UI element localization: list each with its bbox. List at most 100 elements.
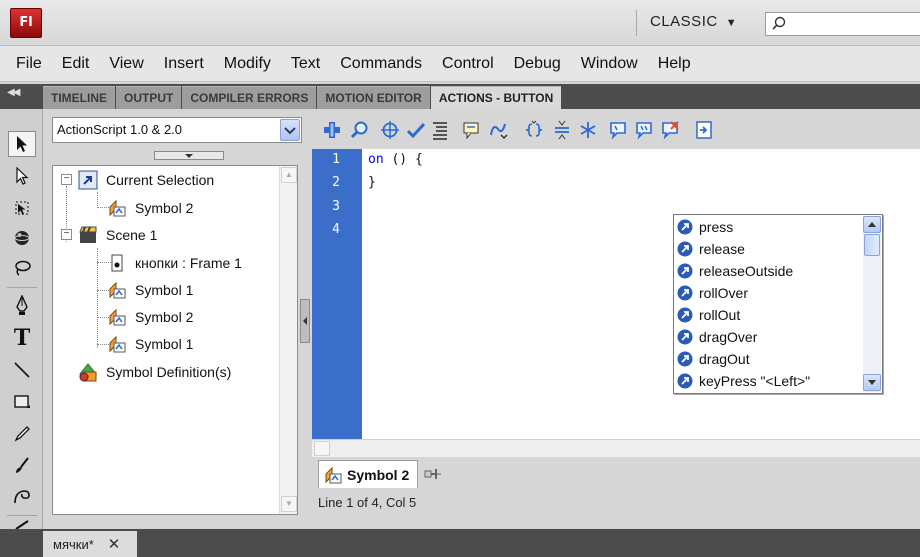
code-hint-item[interactable]: rollOver — [677, 282, 748, 304]
free-transform-tool-icon[interactable] — [8, 195, 36, 221]
tree-line — [97, 192, 98, 208]
cursor-position-status: Line 1 of 4, Col 5 — [318, 495, 417, 510]
collapse-selection-icon[interactable] — [552, 120, 572, 140]
tree-item-current-selection[interactable]: Current Selection — [78, 169, 214, 191]
expand-all-icon[interactable] — [578, 120, 598, 140]
workspace-switcher[interactable]: CLASSIC ▼ — [650, 13, 737, 35]
tree-item-symbol-2[interactable]: Symbol 2 — [107, 306, 193, 328]
menu-commands[interactable]: Commands — [330, 55, 432, 73]
pencil-tool-icon[interactable] — [8, 421, 36, 447]
apply-line-comment-icon[interactable] — [634, 120, 654, 140]
tree-item-symbol-definitions[interactable]: Symbol Definition(s) — [78, 361, 231, 383]
remove-comment-icon[interactable] — [660, 120, 680, 140]
menu-help[interactable]: Help — [648, 55, 701, 73]
code-hint-item[interactable]: release — [677, 238, 745, 260]
selection-icon — [78, 170, 98, 190]
script-navigator: − Current Selection Symbol 2 − Scene 1 к… — [52, 165, 298, 515]
tab-actions-button[interactable]: ACTIONS - BUTTON — [430, 86, 562, 109]
script-tab-label: Symbol 2 — [347, 466, 410, 483]
code-hint-label: release — [699, 241, 745, 257]
code-hint-item[interactable]: releaseOutside — [677, 260, 793, 282]
separator — [636, 10, 637, 36]
menu-debug[interactable]: Debug — [504, 55, 571, 73]
insert-target-path-icon[interactable] — [380, 120, 400, 140]
tree-item-label: Symbol 1 — [135, 282, 194, 298]
menu-text[interactable]: Text — [281, 55, 330, 73]
tree-item-symbol-1[interactable]: Symbol 1 — [107, 279, 193, 301]
code-hint-item[interactable]: keyPress "<Left>" — [677, 370, 810, 392]
menu-insert[interactable]: Insert — [154, 55, 214, 73]
text-tool-icon[interactable]: T — [8, 325, 36, 351]
scroll-up-icon[interactable]: ▲ — [281, 167, 297, 183]
line-number: 4 — [332, 222, 340, 237]
tree-item-scene-1[interactable]: Scene 1 — [78, 224, 157, 246]
document-tab[interactable]: мячки* ✕ — [43, 531, 137, 557]
menu-control[interactable]: Control — [432, 55, 504, 73]
code-hints-scrollbar[interactable] — [863, 216, 881, 392]
menu-edit[interactable]: Edit — [52, 55, 100, 73]
scroll-thumb[interactable] — [864, 234, 880, 256]
auto-format-icon[interactable] — [430, 120, 450, 140]
tree-item-label: Symbol 1 — [135, 336, 194, 352]
line-number: 3 — [332, 199, 340, 214]
actionscript-version-select[interactable]: ActionScript 1.0 & 2.0 — [52, 117, 302, 143]
apply-block-comment-icon[interactable] — [608, 120, 628, 140]
code-hint-label: dragOver — [699, 329, 758, 345]
search-icon — [772, 16, 786, 30]
selection-tool-icon[interactable] — [8, 131, 36, 157]
frame-icon — [111, 254, 123, 272]
check-syntax-icon[interactable] — [406, 120, 426, 140]
deco-tool-icon[interactable] — [8, 483, 36, 509]
line-tool-icon[interactable] — [8, 357, 36, 383]
menu-modify[interactable]: Modify — [214, 55, 281, 73]
collapse-navigator-handle[interactable] — [300, 299, 310, 343]
tree-scrollbar[interactable]: ▲ ▼ — [279, 166, 297, 514]
code-hint-item[interactable]: dragOut — [677, 348, 750, 370]
chevron-down-icon[interactable] — [280, 119, 300, 141]
find-icon[interactable] — [350, 120, 370, 140]
3d-rotation-tool-icon[interactable] — [8, 225, 36, 251]
collapse-between-braces-icon[interactable] — [524, 120, 544, 140]
collapse-panel-icon[interactable]: ◀◀ — [7, 87, 20, 98]
tab-motion-editor[interactable]: MOTION EDITOR — [317, 86, 430, 109]
scroll-left-icon[interactable] — [314, 441, 330, 456]
collapse-icon[interactable]: − — [61, 174, 72, 185]
brush-tool-icon[interactable] — [8, 453, 36, 479]
tree-item-label: Symbol 2 — [135, 200, 194, 216]
tab-compiler-errors[interactable]: COMPILER ERRORS — [182, 86, 317, 109]
event-icon — [677, 307, 693, 323]
scroll-down-icon[interactable]: ▼ — [281, 496, 297, 512]
pin-script-icon[interactable] — [424, 467, 442, 481]
tree-item-frame[interactable]: кнопки : Frame 1 — [107, 252, 242, 274]
script-tab-symbol-2[interactable]: Symbol 2 — [318, 460, 419, 488]
show-code-hint-icon[interactable] — [462, 120, 482, 140]
tab-timeline[interactable]: TIMELINE — [43, 86, 115, 109]
scroll-up-icon[interactable] — [863, 216, 881, 233]
help-search-input[interactable] — [765, 12, 920, 36]
editor-horizontal-scrollbar[interactable] — [312, 439, 920, 457]
lasso-tool-icon[interactable] — [8, 255, 36, 281]
add-new-item-icon[interactable] — [322, 120, 342, 140]
menu-file[interactable]: File — [6, 55, 52, 73]
code-line: on () { — [368, 152, 423, 167]
line-number: 2 — [332, 175, 340, 190]
debug-options-icon[interactable] — [488, 120, 508, 140]
tree-item-symbol-1[interactable]: Symbol 1 — [107, 333, 193, 355]
rectangle-tool-icon[interactable] — [8, 389, 36, 415]
scroll-down-icon[interactable] — [863, 374, 881, 391]
code-hint-item[interactable]: press — [677, 216, 733, 238]
document-tab-strip: мячки* ✕ — [0, 529, 920, 557]
tree-item-symbol-2[interactable]: Symbol 2 — [107, 197, 193, 219]
close-icon[interactable]: ✕ — [108, 535, 121, 553]
menu-window[interactable]: Window — [571, 55, 648, 73]
pen-tool-icon[interactable] — [8, 293, 36, 319]
tab-output[interactable]: OUTPUT — [116, 86, 182, 109]
show-hide-toolbox-icon[interactable] — [694, 120, 714, 140]
subselection-tool-icon[interactable] — [8, 163, 36, 189]
collapse-icon[interactable]: − — [61, 229, 72, 240]
menu-view[interactable]: View — [99, 55, 153, 73]
script-editor[interactable]: 1 2 3 4 on () { } press release releaseO… — [312, 149, 920, 439]
code-hint-item[interactable]: rollOut — [677, 304, 740, 326]
code-hint-item[interactable]: dragOver — [677, 326, 757, 348]
toolbox-splitter[interactable] — [154, 151, 224, 160]
